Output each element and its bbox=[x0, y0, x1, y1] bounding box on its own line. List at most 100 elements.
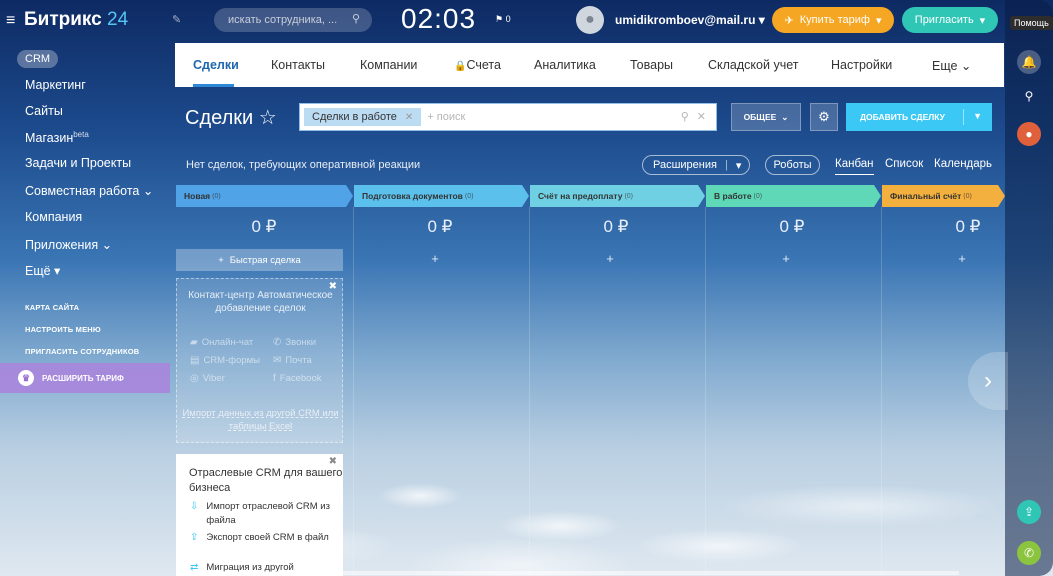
stage-header[interactable]: Подготовка документов (0) bbox=[354, 185, 529, 207]
tab-deals[interactable]: Сделки bbox=[193, 58, 239, 72]
sidebar-item-crm[interactable]: CRM bbox=[17, 50, 59, 68]
sidebar-item-apps[interactable]: Приложения ⌄ bbox=[25, 237, 112, 252]
stage-header[interactable]: Новая (0) bbox=[176, 185, 353, 207]
stage-sum: 0 ₽ bbox=[779, 217, 805, 236]
phone-icon[interactable]: ✆ bbox=[1017, 541, 1041, 565]
stage-sum: 0 ₽ bbox=[251, 217, 277, 236]
close-icon[interactable]: ✕ bbox=[697, 110, 706, 123]
invite-employees-link[interactable]: ПРИГЛАСИТЬ СОТРУДНИКОВ bbox=[25, 347, 139, 356]
user-avatar[interactable]: ● bbox=[1017, 122, 1041, 146]
export-icon: ⇪ bbox=[190, 532, 199, 543]
chevron-down-icon: ▾ bbox=[875, 14, 882, 27]
add-deal-plus-icon[interactable]: + bbox=[776, 251, 796, 266]
lock-icon: 🔒 bbox=[454, 61, 467, 72]
column-divider bbox=[705, 207, 706, 576]
sidebar-item-sites[interactable]: Сайты bbox=[25, 104, 63, 118]
view-kanban[interactable]: Канбан bbox=[835, 158, 874, 175]
chevron-down-icon: ⌄ bbox=[142, 184, 154, 198]
tab-products[interactable]: Товары bbox=[630, 58, 673, 72]
search-icon[interactable]: ⚲ bbox=[681, 110, 689, 123]
sidebar-item-collaboration[interactable]: Совместная работа ⌄ bbox=[25, 183, 153, 198]
transfer-icon[interactable]: ⇪ bbox=[1017, 500, 1041, 524]
tab-settings[interactable]: Настройки bbox=[831, 58, 892, 72]
chevron-down-icon: ⌄ bbox=[101, 238, 113, 252]
general-button[interactable]: ОБЩЕЕ ⌄ bbox=[731, 103, 801, 131]
view-calendar[interactable]: Календарь bbox=[934, 158, 992, 170]
search-icon[interactable]: ⚲ bbox=[1017, 84, 1041, 108]
industry-title: Отраслевые CRM для вашего бизнеса bbox=[189, 467, 343, 494]
column-divider bbox=[529, 207, 530, 576]
chat-icon: ▰ bbox=[190, 337, 198, 348]
active-tab-indicator bbox=[193, 84, 234, 87]
user-avatar[interactable]: ● bbox=[576, 6, 604, 34]
horizontal-scrollbar[interactable] bbox=[176, 571, 959, 575]
employee-search-input[interactable]: искать сотрудника, ... ⚲ bbox=[214, 8, 372, 32]
invite-button[interactable]: Пригласить ▾ bbox=[902, 7, 998, 33]
industry-crm-card: ✖ Отраслевые CRM для вашего бизнеса ⇩ Имп… bbox=[176, 454, 343, 576]
form-icon: ▤ bbox=[190, 355, 200, 366]
chevron-right-icon: › bbox=[984, 367, 992, 394]
add-deal-plus-icon[interactable]: + bbox=[952, 251, 972, 266]
export-crm-link[interactable]: ⇪ Экспорт своей CRM в файл bbox=[190, 531, 331, 545]
no-deals-message: Нет сделок, требующих оперативной реакци… bbox=[186, 159, 421, 171]
online-chat-link[interactable]: ▰ Онлайн-чат bbox=[190, 337, 253, 348]
upgrade-tariff-button[interactable]: ♛ РАСШИРИТЬ ТАРИФ bbox=[0, 363, 170, 393]
help-button[interactable]: Помощь bbox=[1010, 16, 1053, 30]
tab-contacts[interactable]: Контакты bbox=[271, 58, 325, 72]
user-email[interactable]: umidikromboev@mail.ru ▾ bbox=[615, 13, 765, 27]
buy-tariff-button[interactable]: ✈ Купить тариф ▾ bbox=[772, 7, 894, 33]
quick-deal-button[interactable]: + Быстрая сделка bbox=[176, 249, 343, 271]
scroll-right-button[interactable]: › bbox=[968, 352, 1008, 410]
clock[interactable]: 02:03 bbox=[401, 3, 476, 35]
search-icon[interactable]: ⚲ bbox=[352, 12, 360, 25]
stage-header[interactable]: В работе (0) bbox=[706, 185, 881, 207]
rocket-icon: ✈ bbox=[784, 14, 794, 27]
filter-chip[interactable]: Сделки в работе ✕ bbox=[304, 108, 422, 126]
mail-link[interactable]: ✉ Почта bbox=[273, 355, 312, 366]
sidebar-item-company[interactable]: Компания bbox=[25, 210, 82, 224]
logo[interactable]: Битрикс 24 bbox=[24, 9, 128, 31]
tab-analytics[interactable]: Аналитика bbox=[534, 58, 596, 72]
calls-link[interactable]: ✆ Звонки bbox=[273, 337, 316, 348]
tab-more[interactable]: Еще ⌄ bbox=[932, 58, 971, 73]
configure-menu-link[interactable]: НАСТРОИТЬ МЕНЮ bbox=[25, 325, 101, 334]
stage-sum: 0 ₽ bbox=[603, 217, 629, 236]
facebook-link[interactable]: f Facebook bbox=[273, 373, 322, 384]
viber-link[interactable]: ◎ Viber bbox=[190, 373, 225, 384]
edit-logo-icon[interactable]: ✎ bbox=[172, 13, 181, 26]
import-data-link[interactable]: Импорт данных из другой CRM или таблицы … bbox=[177, 407, 344, 433]
view-list[interactable]: Список bbox=[885, 158, 923, 170]
chevron-down-icon[interactable]: ▼ bbox=[973, 111, 982, 121]
sidebar-item-more[interactable]: Ещё ▾ bbox=[25, 263, 60, 278]
bell-icon[interactable]: 🔔 bbox=[1017, 50, 1041, 74]
add-deal-plus-icon[interactable]: + bbox=[600, 251, 620, 266]
gear-icon[interactable]: ⚙ bbox=[810, 103, 838, 131]
sidebar-item-tasks[interactable]: Задачи и Проекты bbox=[25, 156, 131, 170]
flag-counter[interactable]: ⚑ 0 bbox=[495, 14, 511, 25]
contact-center-card: ✖ Контакт-центр Автоматическое добавлени… bbox=[176, 278, 343, 443]
facebook-icon: f bbox=[273, 373, 276, 384]
top-bar: ≡ Битрикс 24 ✎ искать сотрудника, ... ⚲ … bbox=[0, 0, 1005, 40]
sitemap-link[interactable]: КАРТА САЙТА bbox=[25, 303, 79, 312]
add-deal-plus-icon[interactable]: + bbox=[425, 251, 445, 266]
sidebar-item-marketing[interactable]: Маркетинг bbox=[25, 78, 86, 92]
extensions-button[interactable]: Расширения | ▾ bbox=[642, 155, 750, 175]
tab-warehouse[interactable]: Складской учет bbox=[708, 58, 798, 72]
crm-forms-link[interactable]: ▤ CRM-формы bbox=[190, 355, 260, 366]
sidebar-item-shop[interactable]: Магазинbeta bbox=[25, 130, 89, 145]
app-window: ≡ Битрикс 24 ✎ искать сотрудника, ... ⚲ … bbox=[0, 0, 1053, 576]
tab-invoices[interactable]: 🔒Счета bbox=[454, 58, 501, 72]
add-deal-button[interactable]: ДОБАВИТЬ СДЕЛКУ ▼ bbox=[846, 103, 992, 131]
chevron-down-icon: ▾ bbox=[735, 159, 742, 172]
tab-companies[interactable]: Компании bbox=[360, 58, 417, 72]
robots-button[interactable]: Роботы bbox=[765, 155, 820, 175]
phone-icon: ✆ bbox=[273, 337, 282, 348]
contact-center-title: Контакт-центр Автоматическое добавление … bbox=[188, 290, 333, 314]
menu-burger-icon[interactable]: ≡ bbox=[6, 12, 15, 30]
star-icon[interactable]: ☆ bbox=[259, 107, 277, 129]
close-icon[interactable]: ✕ bbox=[405, 112, 413, 123]
stage-header[interactable]: Финальный счёт (0) bbox=[882, 185, 1005, 207]
filter-search-input[interactable]: Сделки в работе ✕ + поиск ⚲ ✕ bbox=[299, 103, 717, 131]
import-industry-link[interactable]: ⇩ Импорт отраслевой CRM из файла bbox=[190, 500, 331, 528]
stage-header[interactable]: Счёт на предоплату (0) bbox=[530, 185, 705, 207]
